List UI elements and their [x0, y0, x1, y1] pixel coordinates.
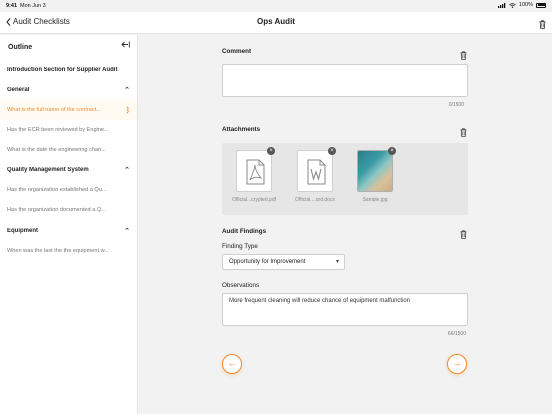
- comment-char-counter: 0/1500: [448, 102, 464, 108]
- sidebar-item-introduction[interactable]: Introduction Section for Supplier Audit: [0, 60, 137, 80]
- sidebar-item-label: Quality Management System: [7, 167, 89, 173]
- attachment-filename: Official...crypted.pdf: [231, 197, 277, 203]
- attachment-filename: Official....ord.docx: [295, 197, 335, 203]
- signal-icon: [497, 2, 506, 8]
- status-time: 9:41: [6, 3, 18, 9]
- battery-percent: 100%: [518, 2, 533, 8]
- collapse-sidebar-button[interactable]: [121, 41, 130, 50]
- sidebar-item-question[interactable]: Has the ECR been reviewed by Engine...: [0, 120, 137, 140]
- status-date: Mon Jun 3: [20, 3, 46, 9]
- attachment-docx[interactable]: ×: [297, 147, 336, 192]
- audit-findings-label: Audit Findings: [222, 228, 267, 235]
- remove-attachment-button[interactable]: ×: [267, 147, 275, 155]
- sidebar-item-label: Has the organization established a Qu...: [7, 187, 107, 193]
- outline-title: Outline: [8, 44, 33, 51]
- chevron-up-icon: ⌃: [124, 228, 130, 235]
- sidebar-item-question[interactable]: When was the last the the equipment w...: [0, 241, 137, 261]
- comment-label: Comment: [222, 48, 252, 55]
- page-title: Ops Audit: [257, 17, 295, 26]
- remove-attachment-button[interactable]: ×: [328, 147, 336, 155]
- sidebar-section-general[interactable]: General ⌃: [0, 80, 137, 100]
- delete-comment-button[interactable]: [460, 47, 467, 65]
- sidebar-item-label: What is the date the engineering chan...: [7, 147, 106, 153]
- main-content: Comment 0/1500 Attachments × Official...…: [139, 35, 552, 414]
- observations-textarea[interactable]: More frequent cleaning will reduce chanc…: [222, 293, 468, 326]
- status-bar: 9:41 Mon Jun 3 100%: [0, 0, 552, 12]
- collapse-left-icon: [121, 41, 130, 48]
- sidebar-item-label: Has the ECR been reviewed by Engine...: [7, 127, 109, 133]
- current-question-marker-icon: [126, 106, 129, 114]
- sidebar-item-question[interactable]: Has the organization established a Qu...: [0, 180, 137, 200]
- attachment-pdf[interactable]: ×: [236, 147, 275, 192]
- finding-type-value: Opportunity for Improvement: [229, 259, 306, 265]
- attachment-filename: Sample.jpg: [362, 197, 388, 203]
- outline-sidebar: Outline Introduction Section for Supplie…: [0, 35, 138, 414]
- wifi-icon: [509, 2, 516, 8]
- sidebar-item-label: Has the organization documented a Q...: [7, 207, 106, 213]
- navigation-bar: Audit Checklists Ops Audit: [0, 12, 552, 34]
- word-file-icon: [307, 159, 326, 185]
- battery-icon: [536, 2, 546, 8]
- trash-icon: [460, 230, 467, 239]
- sidebar-item-label: Introduction Section for Supplier Audit: [7, 67, 118, 73]
- sidebar-item-label: When was the last the the equipment w...: [7, 248, 109, 254]
- sidebar-item-question[interactable]: Has the organization documented a Q...: [0, 200, 137, 220]
- dropdown-arrow-icon: ▾: [335, 259, 339, 265]
- trash-icon: [539, 20, 546, 29]
- remove-attachment-button[interactable]: ×: [388, 147, 396, 155]
- observations-label: Observations: [222, 282, 260, 289]
- next-question-button[interactable]: →: [447, 354, 467, 374]
- arrow-left-icon: ←: [227, 358, 237, 368]
- delete-attachments-button[interactable]: [460, 124, 467, 142]
- sidebar-section-equipment[interactable]: Equipment ⌃: [0, 221, 137, 241]
- sidebar-item-label: Equipment: [7, 228, 38, 234]
- delete-audit-button[interactable]: [539, 16, 546, 34]
- observations-char-counter: 66/1500: [447, 331, 466, 337]
- pdf-file-icon: [246, 159, 265, 185]
- finding-type-select[interactable]: Opportunity for Improvement ▾: [222, 254, 345, 270]
- finding-type-label: Finding Type: [222, 243, 258, 250]
- chevron-up-icon: ⌃: [124, 87, 130, 94]
- sidebar-item-label: What is the full name of the contract...: [7, 107, 101, 113]
- trash-icon: [460, 128, 467, 137]
- attachments-label: Attachments: [222, 126, 261, 133]
- chevron-up-icon: ⌃: [124, 167, 130, 174]
- trash-icon: [460, 51, 467, 60]
- attachments-panel: × Official...crypted.pdf × Official....o…: [222, 143, 468, 215]
- sidebar-item-question[interactable]: What is the full name of the contract...: [0, 100, 137, 120]
- previous-question-button[interactable]: ←: [222, 354, 242, 374]
- sidebar-item-label: General: [7, 87, 30, 93]
- sidebar-item-question[interactable]: What is the date the engineering chan...: [0, 140, 137, 160]
- status-right: 100%: [497, 2, 546, 8]
- delete-findings-button[interactable]: [460, 226, 467, 244]
- arrow-right-icon: →: [452, 358, 462, 368]
- sidebar-section-quality-management[interactable]: Quality Management System ⌃: [0, 160, 137, 180]
- comment-textarea[interactable]: [222, 64, 468, 97]
- image-thumbnail[interactable]: ×: [357, 147, 396, 192]
